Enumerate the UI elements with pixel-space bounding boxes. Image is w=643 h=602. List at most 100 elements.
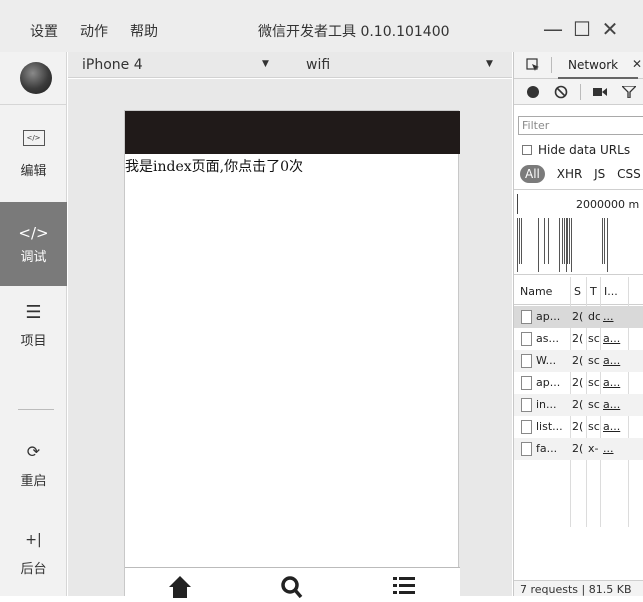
sidebar-item-label: 项目 — [20, 334, 47, 349]
table-row[interactable]: W... 2(sc a... — [514, 350, 643, 372]
sidebar-item-label: 后台 — [20, 562, 47, 577]
minimize-button[interactable]: — — [541, 18, 565, 40]
cell-initiator[interactable]: a... — [603, 376, 627, 389]
cell-type: sc — [588, 332, 600, 345]
overview-bar — [571, 218, 572, 272]
menu-settings[interactable]: 设置 — [30, 21, 58, 41]
list-icon[interactable] — [391, 574, 417, 598]
overview-bar — [519, 218, 520, 264]
overview-bar — [562, 218, 563, 264]
inspect-icon[interactable] — [526, 58, 540, 72]
video-camera-icon[interactable] — [593, 86, 607, 98]
sidebar-item-edit[interactable]: </> 编辑 — [0, 120, 67, 204]
home-icon[interactable] — [167, 574, 193, 598]
file-icon — [521, 354, 532, 368]
maximize-button[interactable]: ☐ — [570, 18, 594, 40]
cell-type: x- — [588, 442, 599, 455]
table-row[interactable]: fa... 2( x-... — [514, 438, 643, 460]
column-name[interactable]: Name — [520, 285, 552, 298]
menu-help[interactable]: 帮助 — [130, 21, 158, 41]
network-toolbar — [514, 79, 643, 105]
type-filter-js[interactable]: JS — [594, 167, 605, 181]
clear-icon[interactable] — [554, 85, 568, 99]
devtools-tabs: Network ✕ — [514, 52, 643, 79]
simulator-toolbar: iPhone 4 ▼ wifi ▼ — [68, 52, 512, 78]
phone-screen: 我是index页面,你点击了0次 — [124, 110, 460, 598]
devtools-panel: Network ✕ Filter Hide data URLs All XHR … — [513, 52, 643, 596]
file-icon — [521, 420, 532, 434]
checkbox-icon[interactable] — [522, 145, 532, 155]
table-row[interactable]: as... 2(sc a... — [514, 328, 643, 350]
type-filter-all[interactable]: All — [520, 165, 545, 183]
menu-actions[interactable]: 动作 — [80, 21, 108, 41]
column-initiator[interactable]: I... — [604, 285, 618, 298]
overview-time-label: 2000000 m — [576, 198, 640, 211]
cell-initiator[interactable]: a... — [603, 398, 627, 411]
column-status[interactable]: S — [574, 285, 581, 298]
type-filter-css[interactable]: CSS — [617, 167, 641, 181]
hide-data-urls-checkbox[interactable]: Hide data URLs — [522, 143, 630, 157]
sidebar-item-debug[interactable]: </> 调试 — [0, 202, 67, 286]
table-row[interactable]: ap... 2( sc a... — [514, 372, 643, 394]
table-row[interactable]: list... 2(sc a... — [514, 416, 643, 438]
divider — [580, 84, 581, 100]
tab-network[interactable]: Network — [568, 58, 618, 72]
table-row[interactable]: ap... 2(dc... — [514, 306, 643, 328]
cell-status: 2( — [572, 310, 584, 323]
cell-status: 2( — [572, 376, 584, 389]
background-icon: +| — [25, 532, 42, 548]
close-icon[interactable]: ✕ — [632, 57, 642, 71]
sidebar-item-project[interactable]: ☰ 项目 — [0, 292, 67, 376]
cell-name: list... — [536, 420, 563, 433]
overview-bar — [564, 218, 565, 264]
sidebar: </> 编辑 </> 调试 ☰ 项目 ⟳ 重启 +| 后台 — [0, 52, 67, 596]
filter-input[interactable]: Filter — [518, 116, 643, 135]
cell-status: 2( — [572, 398, 584, 411]
filter-icon[interactable] — [622, 86, 636, 98]
file-icon — [521, 442, 532, 456]
cell-type: sc — [588, 376, 600, 389]
restart-icon: ⟳ — [26, 442, 41, 461]
overview-tick — [517, 194, 518, 214]
overview-bar — [569, 218, 570, 264]
overview-bar — [521, 218, 522, 264]
record-icon[interactable] — [527, 86, 539, 98]
checkbox-label: Hide data URLs — [538, 143, 631, 157]
cell-name: fa... — [536, 442, 558, 455]
type-filter-xhr[interactable]: XHR — [557, 167, 583, 181]
close-button[interactable]: ✕ — [598, 18, 622, 40]
status-bar: 7 requests | 81.5 KB — [514, 580, 643, 596]
menu-lines-icon: ☰ — [25, 302, 42, 323]
cell-initiator[interactable]: a... — [603, 332, 627, 345]
sidebar-item-background[interactable]: +| 后台 — [0, 522, 67, 602]
cell-status: 2( — [572, 354, 584, 367]
overview-bar — [604, 218, 605, 264]
sidebar-divider — [0, 104, 67, 105]
cell-status: 2( — [572, 442, 584, 455]
chevron-down-icon[interactable]: ▼ — [486, 59, 493, 69]
overview-bar — [602, 218, 603, 264]
cell-initiator[interactable]: ... — [603, 442, 627, 455]
table-row[interactable]: in... 2(sc a... — [514, 394, 643, 416]
network-overview[interactable]: 2000000 m — [514, 189, 643, 275]
sidebar-divider — [18, 409, 54, 410]
cell-type: sc — [588, 398, 600, 411]
device-select[interactable]: iPhone 4 — [82, 57, 143, 73]
cell-initiator[interactable]: a... — [603, 354, 627, 367]
file-icon — [521, 398, 532, 412]
avatar[interactable] — [20, 62, 52, 94]
divider — [551, 57, 552, 73]
search-icon[interactable] — [279, 574, 305, 598]
file-icon — [521, 376, 532, 390]
chevron-down-icon[interactable]: ▼ — [262, 59, 269, 69]
resource-type-filters: All XHR JS CSS — [520, 165, 643, 183]
network-select[interactable]: wifi — [306, 57, 330, 73]
sidebar-item-label: 编辑 — [20, 164, 47, 179]
file-icon — [521, 332, 532, 346]
column-type[interactable]: T — [590, 285, 597, 298]
page-text: 我是index页面,你点击了0次 — [125, 159, 303, 175]
cell-initiator[interactable]: a... — [603, 420, 627, 433]
cell-initiator[interactable]: ... — [603, 310, 627, 323]
sidebar-item-restart[interactable]: ⟳ 重启 — [0, 434, 67, 518]
cell-name: ap... — [536, 376, 561, 389]
